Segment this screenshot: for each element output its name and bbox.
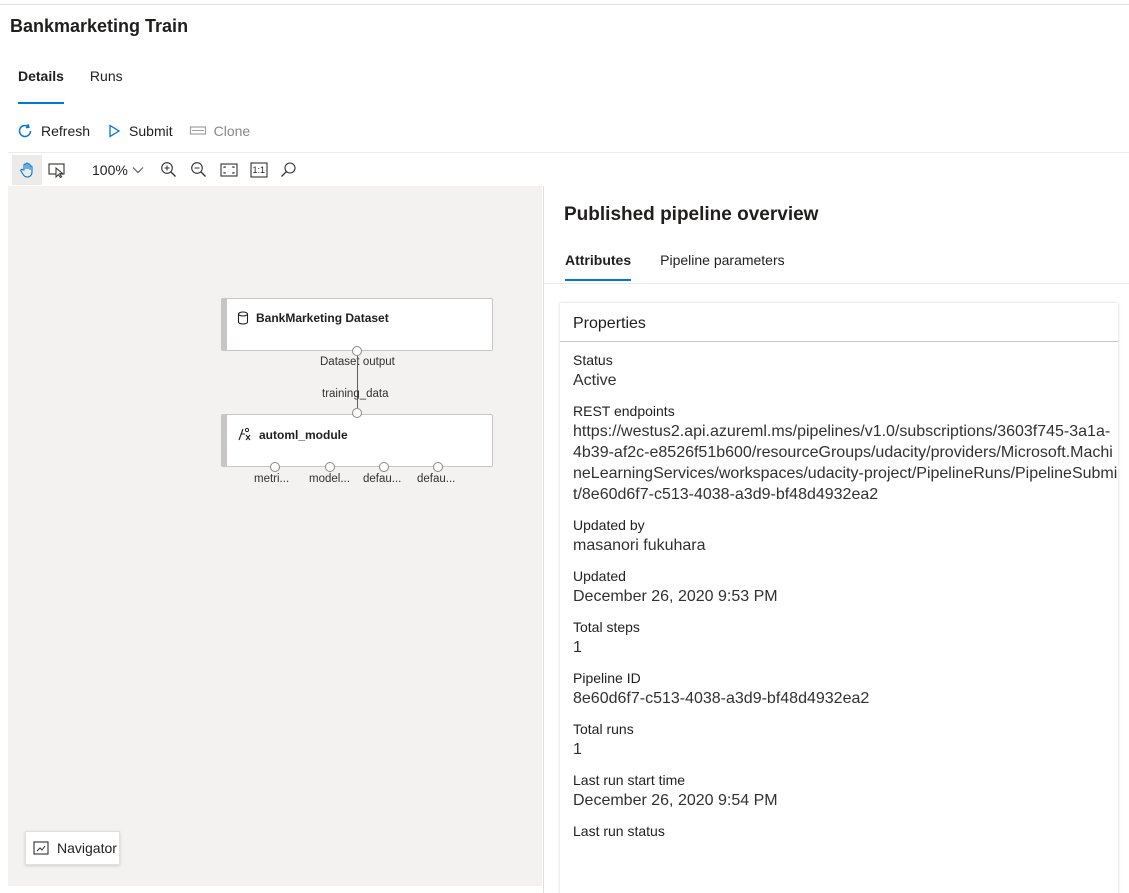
zoom-value: 100% (92, 161, 128, 178)
select-tool-button[interactable] (42, 155, 72, 185)
output-port-1[interactable] (270, 462, 280, 472)
property-value: December 26, 2020 9:54 PM (573, 792, 778, 809)
actual-size-button[interactable]: 1:1 (244, 155, 274, 185)
clone-icon (189, 126, 206, 135)
search-icon (281, 162, 296, 177)
property-last-run-start-time: Last run start time December 26, 2020 9:… (573, 770, 1118, 811)
page-tabs: Details Runs (18, 62, 149, 104)
training-data-input-port[interactable] (352, 408, 362, 418)
automl-module-node[interactable]: automl_module (221, 414, 493, 467)
automl-icon (238, 427, 251, 441)
select-icon (48, 162, 65, 178)
fit-screen-button[interactable] (214, 155, 244, 185)
clone-label: Clone (213, 123, 251, 139)
zoom-in-icon (161, 162, 177, 177)
zoom-out-icon (191, 162, 207, 177)
dataset-node[interactable]: BankMarketing Dataset (221, 298, 493, 351)
property-label: Updated by (573, 517, 645, 533)
top-divider (0, 4, 1129, 5)
property-label: Last run status (573, 823, 665, 839)
hand-icon (20, 161, 33, 178)
properties-heading: Properties (573, 315, 646, 332)
properties-card: Properties Status Active REST endpoints … (560, 303, 1118, 893)
panel-divider (544, 283, 1129, 284)
zoom-in-button[interactable] (154, 155, 184, 185)
submit-label: Submit (129, 123, 173, 139)
fit-screen-icon (220, 162, 238, 177)
module-node-title: automl_module (237, 427, 348, 442)
properties-list: Status Active REST endpoints https://wes… (573, 350, 1118, 851)
panel-tabs: Attributes Pipeline parameters (565, 252, 814, 281)
property-value: masanori fukuhara (573, 537, 706, 554)
search-button[interactable] (274, 155, 304, 185)
property-pipeline-id: Pipeline ID 8e60d6f7-c513-4038-a3d9-bf48… (573, 668, 1118, 709)
refresh-button[interactable]: Refresh (16, 122, 90, 140)
zoom-dropdown[interactable]: 100% (92, 162, 144, 178)
navigator-label: Navigator (57, 840, 117, 856)
navigator-button[interactable]: Navigator (25, 831, 120, 865)
refresh-icon (18, 124, 32, 138)
tab-attributes[interactable]: Attributes (565, 252, 632, 281)
tab-runs[interactable]: Runs (90, 62, 123, 100)
dataset-output-port[interactable] (352, 346, 362, 356)
page-title: Bankmarketing Train (10, 16, 189, 36)
property-status: Status Active (573, 350, 1118, 391)
property-label: Status (573, 352, 613, 368)
property-label: Last run start time (573, 772, 686, 788)
output-label-2: model... (309, 473, 350, 485)
pipeline-overview-panel: Published pipeline overview Attributes P… (543, 186, 1129, 893)
panel-title: Published pipeline overview (564, 204, 819, 225)
output-port-4[interactable] (433, 462, 443, 472)
actual-size-label: 1:1 (252, 165, 266, 175)
submit-button[interactable]: Submit (106, 123, 173, 139)
output-label-4: defau... (417, 473, 456, 485)
command-bar: Refresh Submit Clone (16, 120, 266, 142)
property-updated-by: Updated by masanori fukuhara (573, 515, 1118, 556)
property-total-steps: Total steps 1 (573, 617, 1118, 658)
pan-tool-button[interactable] (12, 154, 42, 185)
properties-divider (560, 341, 1118, 342)
module-node-label: automl_module (259, 427, 348, 442)
play-icon (109, 124, 121, 138)
training-data-label: training_data (322, 388, 389, 400)
property-label: Total steps (573, 619, 640, 635)
rest-endpoint-url[interactable]: https://westus2.api.azureml.ms/pipelines… (573, 421, 1118, 505)
property-value: Active (573, 372, 617, 389)
property-label: Pipeline ID (573, 670, 641, 686)
navigator-icon (33, 841, 49, 855)
property-label: REST endpoints (573, 403, 675, 419)
tab-details[interactable]: Details (18, 62, 64, 104)
property-total-runs: Total runs 1 (573, 719, 1118, 760)
output-label-1: metri... (254, 473, 290, 485)
clone-button[interactable]: Clone (189, 123, 251, 139)
pipeline-edge (357, 356, 358, 408)
output-label-3: defau... (363, 473, 402, 485)
zoom-out-button[interactable] (184, 155, 214, 185)
database-icon (237, 311, 249, 325)
property-rest-endpoints: REST endpoints https://westus2.api.azure… (573, 401, 1118, 505)
refresh-label: Refresh (41, 123, 91, 139)
property-last-run-status: Last run status (573, 821, 1118, 841)
pipeline-canvas[interactable]: BankMarketing Dataset Dataset output tra… (8, 186, 542, 886)
canvas-toolbar: 100% 1:1 (8, 152, 1129, 186)
property-value: December 26, 2020 9:53 PM (573, 588, 778, 605)
dataset-node-title: BankMarketing Dataset (237, 311, 389, 325)
property-updated: Updated December 26, 2020 9:53 PM (573, 566, 1118, 607)
output-port-2[interactable] (325, 462, 335, 472)
chevron-down-icon (132, 166, 144, 173)
tab-pipeline-parameters[interactable]: Pipeline parameters (660, 252, 785, 268)
property-label: Total runs (573, 721, 634, 737)
dataset-node-label: BankMarketing Dataset (256, 311, 389, 325)
property-value: 1 (573, 639, 582, 656)
property-value: 8e60d6f7-c513-4038-a3d9-bf48d4932ea2 (573, 690, 870, 707)
property-label: Updated (573, 568, 626, 584)
output-port-3[interactable] (379, 462, 389, 472)
property-value: 1 (573, 741, 582, 758)
